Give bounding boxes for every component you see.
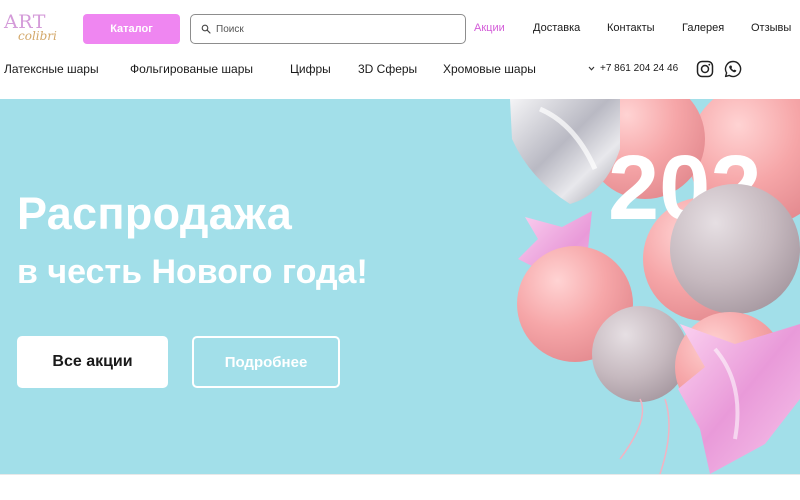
top-nav: Акции Доставка Контакты Галерея Отзывы	[474, 22, 792, 36]
logo-line-2: colibri	[18, 29, 57, 43]
category-foil[interactable]: Фольгированые шары	[130, 62, 253, 76]
page-bottom-strip	[0, 474, 800, 500]
search-input[interactable]	[216, 23, 456, 35]
category-3d-spheres[interactable]: 3D Сферы	[358, 62, 417, 76]
whatsapp-icon[interactable]	[724, 60, 742, 78]
hero-banner: Распродажа в честь Нового года! Все акци…	[0, 99, 800, 474]
instagram-icon[interactable]	[696, 60, 714, 78]
category-latex[interactable]: Латексные шары	[4, 62, 99, 76]
catalog-button[interactable]: Каталог	[83, 14, 180, 44]
nav-link-promotions[interactable]: Акции	[474, 22, 505, 34]
all-promotions-button[interactable]: Все акции	[17, 336, 168, 388]
search-box[interactable]	[190, 14, 466, 44]
hero-title: Распродажа	[17, 188, 293, 239]
nav-link-delivery[interactable]: Доставка	[533, 22, 580, 34]
category-numbers[interactable]: Цифры	[290, 62, 331, 76]
nav-link-gallery[interactable]: Галерея	[682, 22, 724, 34]
logo[interactable]: ART colibri	[4, 12, 64, 46]
more-details-button[interactable]: Подробнее	[192, 336, 340, 388]
nav-link-contacts[interactable]: Контакты	[607, 22, 655, 34]
search-icon	[201, 24, 211, 34]
balloons-image: 202	[510, 99, 800, 474]
nav-link-reviews[interactable]: Отзывы	[751, 22, 791, 34]
phone-number: +7 861 204 24 46	[600, 63, 679, 74]
chevron-down-icon	[588, 65, 595, 72]
hero-subtitle: в честь Нового года!	[17, 253, 368, 291]
category-chrome[interactable]: Хромовые шары	[443, 62, 536, 76]
phone-dropdown[interactable]: +7 861 204 24 46	[588, 63, 678, 74]
